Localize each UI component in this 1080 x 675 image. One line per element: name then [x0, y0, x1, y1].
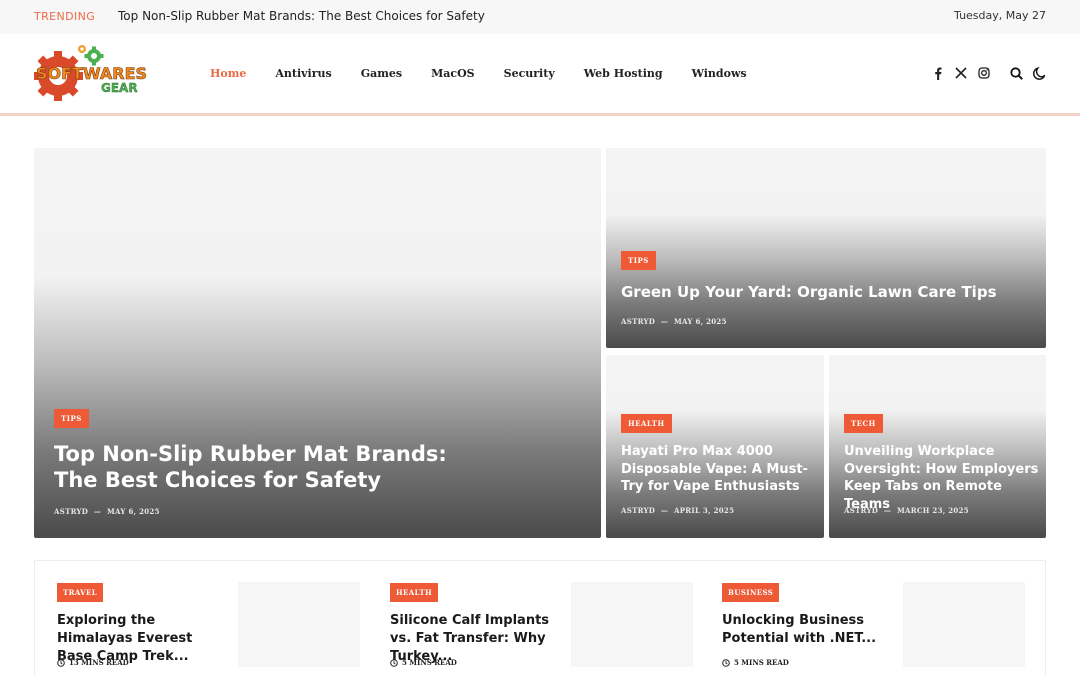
post-thumbnail[interactable] — [903, 582, 1025, 667]
latest-posts-strip: TRAVEL Exploring the Himalayas Everest B… — [34, 560, 1046, 675]
hero-top-right-title[interactable]: Green Up Your Yard: Organic Lawn Care Ti… — [621, 282, 1031, 302]
read-time-label: 5 MINS READ — [734, 658, 789, 667]
meta-separator: — — [883, 506, 892, 515]
nav-item-windows[interactable]: Windows — [692, 67, 747, 80]
post-item-1: TRAVEL Exploring the Himalayas Everest B… — [35, 561, 360, 675]
post-item-2: HEALTH Silicone Calf Implants vs. Fat Tr… — [368, 561, 693, 675]
instagram-icon[interactable] — [977, 66, 991, 80]
meta-separator: — — [660, 317, 669, 326]
post-thumbnail[interactable] — [238, 582, 360, 667]
site-header: SOFTWARES GEAR Home Antivirus Games MacO… — [0, 34, 1080, 116]
post-title[interactable]: Unlocking Business Potential with .NET..… — [722, 612, 894, 648]
post-meta: ASTRYD — APRIL 3, 2025 — [621, 506, 734, 515]
post-item-3: BUSINESS Unlocking Business Potential wi… — [700, 561, 1025, 675]
facebook-icon[interactable] — [931, 66, 945, 80]
hero-main-card[interactable]: TIPS Top Non-Slip Rubber Mat Brands: The… — [34, 148, 601, 538]
hero-small-title-2[interactable]: Unveiling Workplace Oversight: How Emplo… — [844, 443, 1042, 513]
category-badge[interactable]: BUSINESS — [722, 583, 780, 602]
author-name[interactable]: ASTRYD — [54, 507, 88, 516]
post-date: MAY 6, 2025 — [106, 507, 160, 516]
category-badge[interactable]: TIPS — [54, 409, 89, 428]
nav-item-security[interactable]: Security — [504, 67, 555, 80]
author-name[interactable]: ASTRYD — [844, 506, 878, 515]
nav-item-antivirus[interactable]: Antivirus — [275, 67, 331, 80]
category-badge[interactable]: TIPS — [621, 251, 656, 270]
nav-item-games[interactable]: Games — [361, 67, 402, 80]
hero-main-title[interactable]: Top Non-Slip Rubber Mat Brands: The Best… — [54, 441, 474, 493]
nav-item-home[interactable]: Home — [210, 67, 246, 80]
gear-logo-icon: SOFTWARES GEAR — [33, 45, 147, 101]
read-time: 5 MINS READ — [722, 658, 789, 667]
current-date: Tuesday, May 27 — [954, 9, 1046, 22]
category-badge[interactable]: TRAVEL — [57, 583, 104, 602]
post-thumbnail[interactable] — [571, 582, 693, 667]
clock-icon — [390, 658, 398, 667]
clock-icon — [722, 658, 730, 667]
search-icon[interactable] — [1009, 66, 1023, 80]
nav-item-macos[interactable]: MacOS — [431, 67, 475, 80]
moon-icon[interactable] — [1032, 66, 1046, 80]
meta-separator: — — [660, 506, 669, 515]
post-meta: ASTRYD — MARCH 23, 2025 — [844, 506, 969, 515]
read-time: 13 MINS READ — [57, 658, 129, 667]
read-time: 5 MINS READ — [390, 658, 457, 667]
trending-bar: TRENDING Top Non-Slip Rubber Mat Brands:… — [0, 0, 1080, 34]
hero-top-right-card[interactable]: TIPS Green Up Your Yard: Organic Lawn Ca… — [606, 148, 1046, 348]
post-meta: ASTRYD — MAY 6, 2025 — [54, 507, 160, 516]
hero-small-title-1[interactable]: Hayati Pro Max 4000 Disposable Vape: A M… — [621, 443, 819, 496]
clock-icon — [57, 658, 65, 667]
meta-separator: — — [93, 507, 102, 516]
trending-label: TRENDING — [34, 10, 96, 23]
author-name[interactable]: ASTRYD — [621, 506, 655, 515]
post-date: APRIL 3, 2025 — [673, 506, 735, 515]
author-name[interactable]: ASTRYD — [621, 317, 655, 326]
post-date: MAY 6, 2025 — [673, 317, 727, 326]
logo-text-gear: GEAR — [101, 81, 138, 95]
read-time-label: 13 MINS READ — [69, 658, 129, 667]
trending-headline-link[interactable]: Top Non-Slip Rubber Mat Brands: The Best… — [118, 9, 485, 23]
site-logo[interactable]: SOFTWARES GEAR — [33, 42, 166, 108]
hero-small-card-2[interactable]: TECH Unveiling Workplace Oversight: How … — [829, 355, 1046, 538]
category-badge[interactable]: HEALTH — [621, 414, 672, 433]
read-time-label: 5 MINS READ — [402, 658, 457, 667]
header-actions — [922, 66, 1046, 80]
category-badge[interactable]: TECH — [844, 414, 883, 433]
x-twitter-icon[interactable] — [954, 66, 968, 80]
hero-small-card-1[interactable]: HEALTH Hayati Pro Max 4000 Disposable Va… — [606, 355, 824, 538]
main-nav: Home Antivirus Games MacOS Security Web … — [210, 67, 776, 80]
post-meta: ASTRYD — MAY 6, 2025 — [621, 317, 727, 326]
post-date: MARCH 23, 2025 — [896, 506, 969, 515]
nav-item-web-hosting[interactable]: Web Hosting — [584, 67, 663, 80]
category-badge[interactable]: HEALTH — [390, 583, 438, 602]
